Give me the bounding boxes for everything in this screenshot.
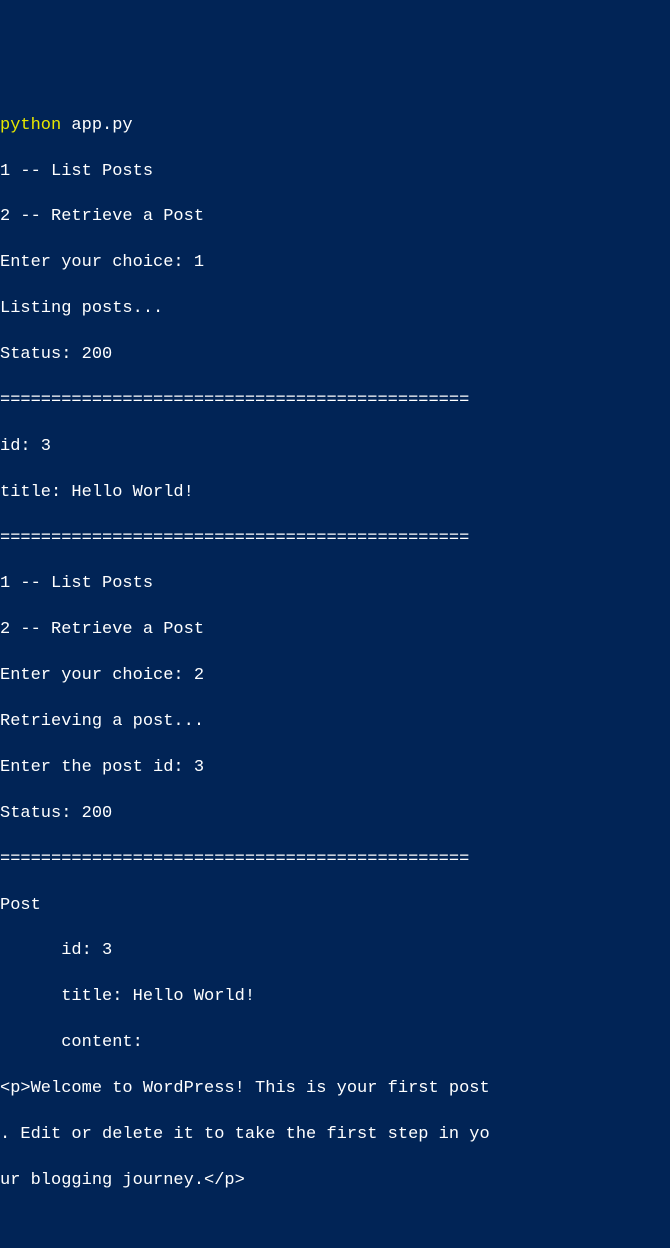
choice-prompt: Enter your choice: 2 — [0, 665, 670, 688]
menu-option-2: 2 -- Retrieve a Post — [0, 619, 670, 642]
divider: ========================================… — [0, 528, 670, 551]
command-line: python app.py — [0, 115, 670, 138]
menu-option-1: 1 -- List Posts — [0, 573, 670, 596]
post-header: Post — [0, 895, 670, 918]
menu-option-2: 2 -- Retrieve a Post — [0, 206, 670, 229]
listing-action: Listing posts... — [0, 298, 670, 321]
status-line: Status: 200 — [0, 344, 670, 367]
choice-prompt: Enter your choice: 1 — [0, 252, 670, 275]
status-line: Status: 200 — [0, 803, 670, 826]
command-executable: python — [0, 116, 61, 135]
post-title: title: Hello World! — [0, 482, 670, 505]
command-argument: app.py — [71, 116, 132, 135]
post-title: title: Hello World! — [0, 986, 670, 1009]
divider: ========================================… — [0, 390, 670, 413]
post-content: <p>Welcome to WordPress! This is your fi… — [0, 1078, 670, 1101]
post-content-label: content: — [0, 1032, 670, 1055]
post-content: ur blogging journey.</p> — [0, 1170, 670, 1193]
post-id: id: 3 — [0, 436, 670, 459]
retrieving-action: Retrieving a post... — [0, 711, 670, 734]
terminal-output[interactable]: python app.py 1 -- List Posts 2 -- Retri… — [0, 92, 670, 1248]
menu-option-1: 1 -- List Posts — [0, 161, 670, 184]
post-id: id: 3 — [0, 940, 670, 963]
post-id-prompt: Enter the post id: 3 — [0, 757, 670, 780]
blank-line — [0, 1216, 670, 1239]
post-content: . Edit or delete it to take the first st… — [0, 1124, 670, 1147]
divider: ========================================… — [0, 849, 670, 872]
